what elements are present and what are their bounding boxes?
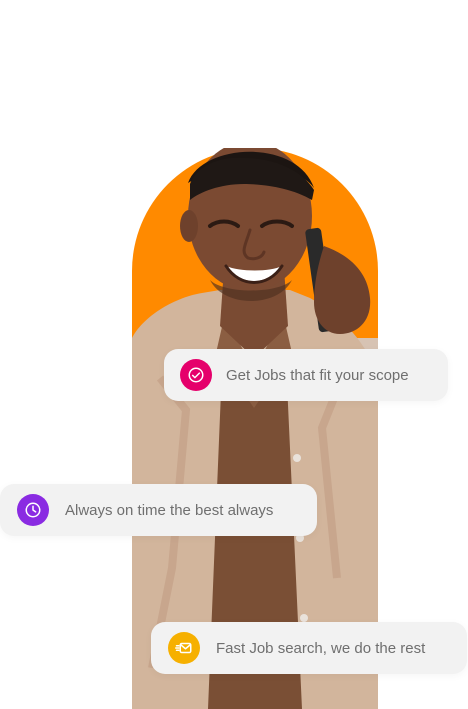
fast-mail-icon-glyph: [175, 642, 192, 654]
feature-label: Fast Job search, we do the rest: [216, 639, 426, 657]
fast-mail-icon: [168, 632, 200, 664]
clock-icon: [17, 494, 49, 526]
feature-label: Always on time the best always: [65, 501, 274, 519]
check-circle-icon: [180, 359, 212, 391]
feature-label: Get Jobs that fit your scope: [226, 366, 409, 384]
feature-card-fast-job-search: Fast Job search, we do the rest: [151, 622, 467, 674]
clock-icon-glyph: [25, 502, 41, 518]
check-circle-icon-glyph: [188, 367, 204, 383]
feature-card-always-on-time: Always on time the best always: [0, 484, 317, 536]
feature-card-jobs-fit-scope: Get Jobs that fit your scope: [164, 349, 448, 401]
